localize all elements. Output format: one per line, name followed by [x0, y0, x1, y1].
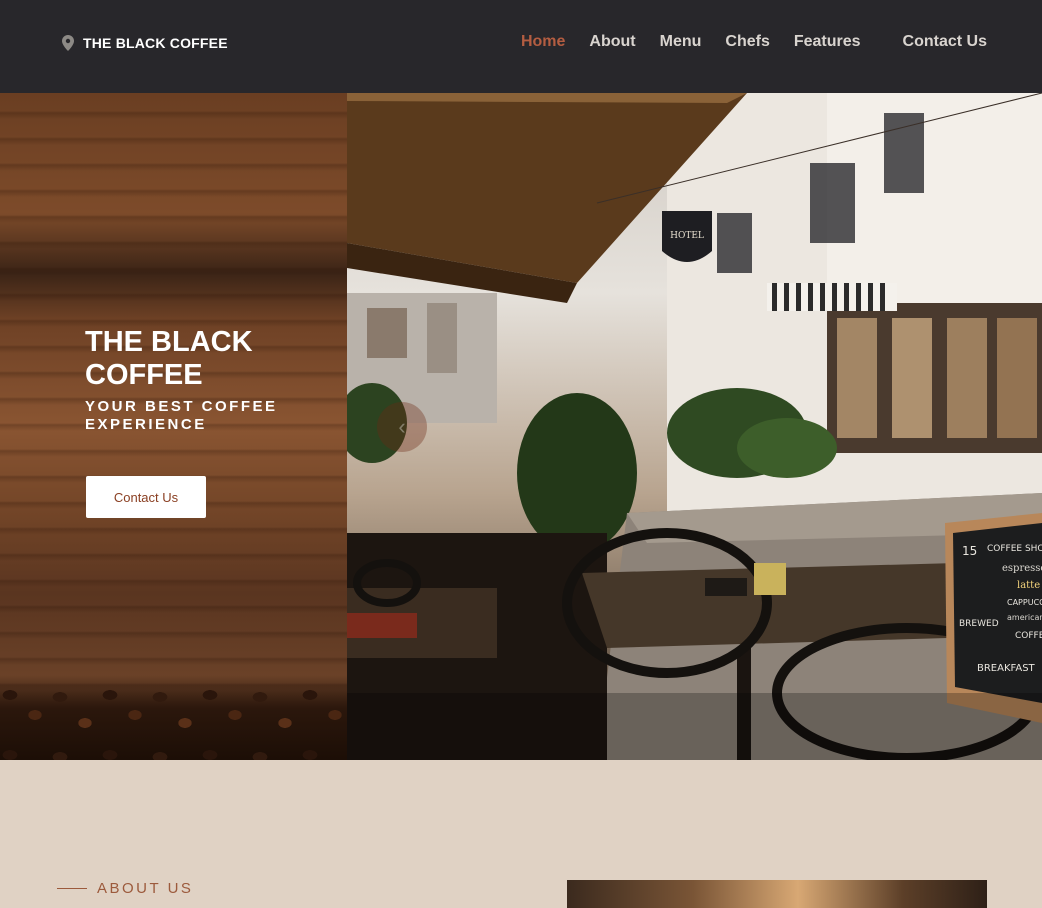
about-heading: ABOUT US	[97, 880, 194, 897]
top-navbar: THE BLACK COFFEE Home About Menu Chefs F…	[0, 0, 1042, 93]
hero-wood-background: THE BLACK COFFEE YOUR BEST COFFEE EXPERI…	[0, 93, 347, 760]
chalkboard-item-cappuccino: CAPPUCCINO	[1007, 598, 1042, 607]
about-label: ABOUT US	[57, 880, 193, 897]
nav-link-features[interactable]: Features	[794, 33, 861, 51]
nav-link-menu[interactable]: Menu	[660, 33, 702, 51]
nav-link-home[interactable]: Home	[521, 33, 565, 51]
brand-name: THE BLACK COFFEE	[83, 35, 228, 51]
cafe-street-photo: HOTEL 15 COFFEE SHO espresso latte CAPPU…	[347, 93, 1042, 760]
hero-title: THE BLACK COFFEE	[85, 326, 253, 391]
chalkboard-item-breakfast: BREAKFAST	[977, 663, 1036, 674]
hero-subtitle: YOUR BEST COFFEE EXPERIENCE	[85, 398, 278, 433]
chalkboard-item-americano: americano	[1007, 613, 1042, 622]
nav-link-contact[interactable]: Contact Us	[903, 33, 987, 51]
chalkboard-item-brewed: BREWED	[959, 619, 999, 629]
chalkboard-number: 15	[962, 544, 977, 558]
coffee-beans-image	[0, 675, 347, 760]
chalkboard-item-latte: latte	[1017, 580, 1040, 591]
chevron-left-icon: ‹	[398, 414, 406, 439]
hero-contact-button[interactable]: Contact Us	[86, 476, 206, 518]
nav-link-about[interactable]: About	[589, 33, 635, 51]
about-image	[567, 880, 987, 908]
chalkboard-item-espresso: espresso	[1002, 563, 1042, 574]
chalkboard-item-coffee: COFFEE	[1015, 631, 1042, 641]
nav-link-chefs[interactable]: Chefs	[725, 33, 769, 51]
brand[interactable]: THE BLACK COFFEE	[62, 35, 228, 51]
slider-prev-button[interactable]: ‹	[377, 402, 427, 452]
chalkboard-title: COFFEE SHOP	[987, 544, 1042, 554]
cafe-scene: HOTEL 15 COFFEE SHO espresso latte CAPPU…	[347, 93, 1042, 760]
map-pin-icon	[62, 35, 74, 51]
decorative-line	[57, 888, 87, 889]
hero-section: THE BLACK COFFEE YOUR BEST COFFEE EXPERI…	[0, 93, 1042, 760]
main-nav: Home About Menu Chefs Features Contact U…	[497, 33, 987, 51]
hotel-sign-text: HOTEL	[670, 231, 704, 241]
